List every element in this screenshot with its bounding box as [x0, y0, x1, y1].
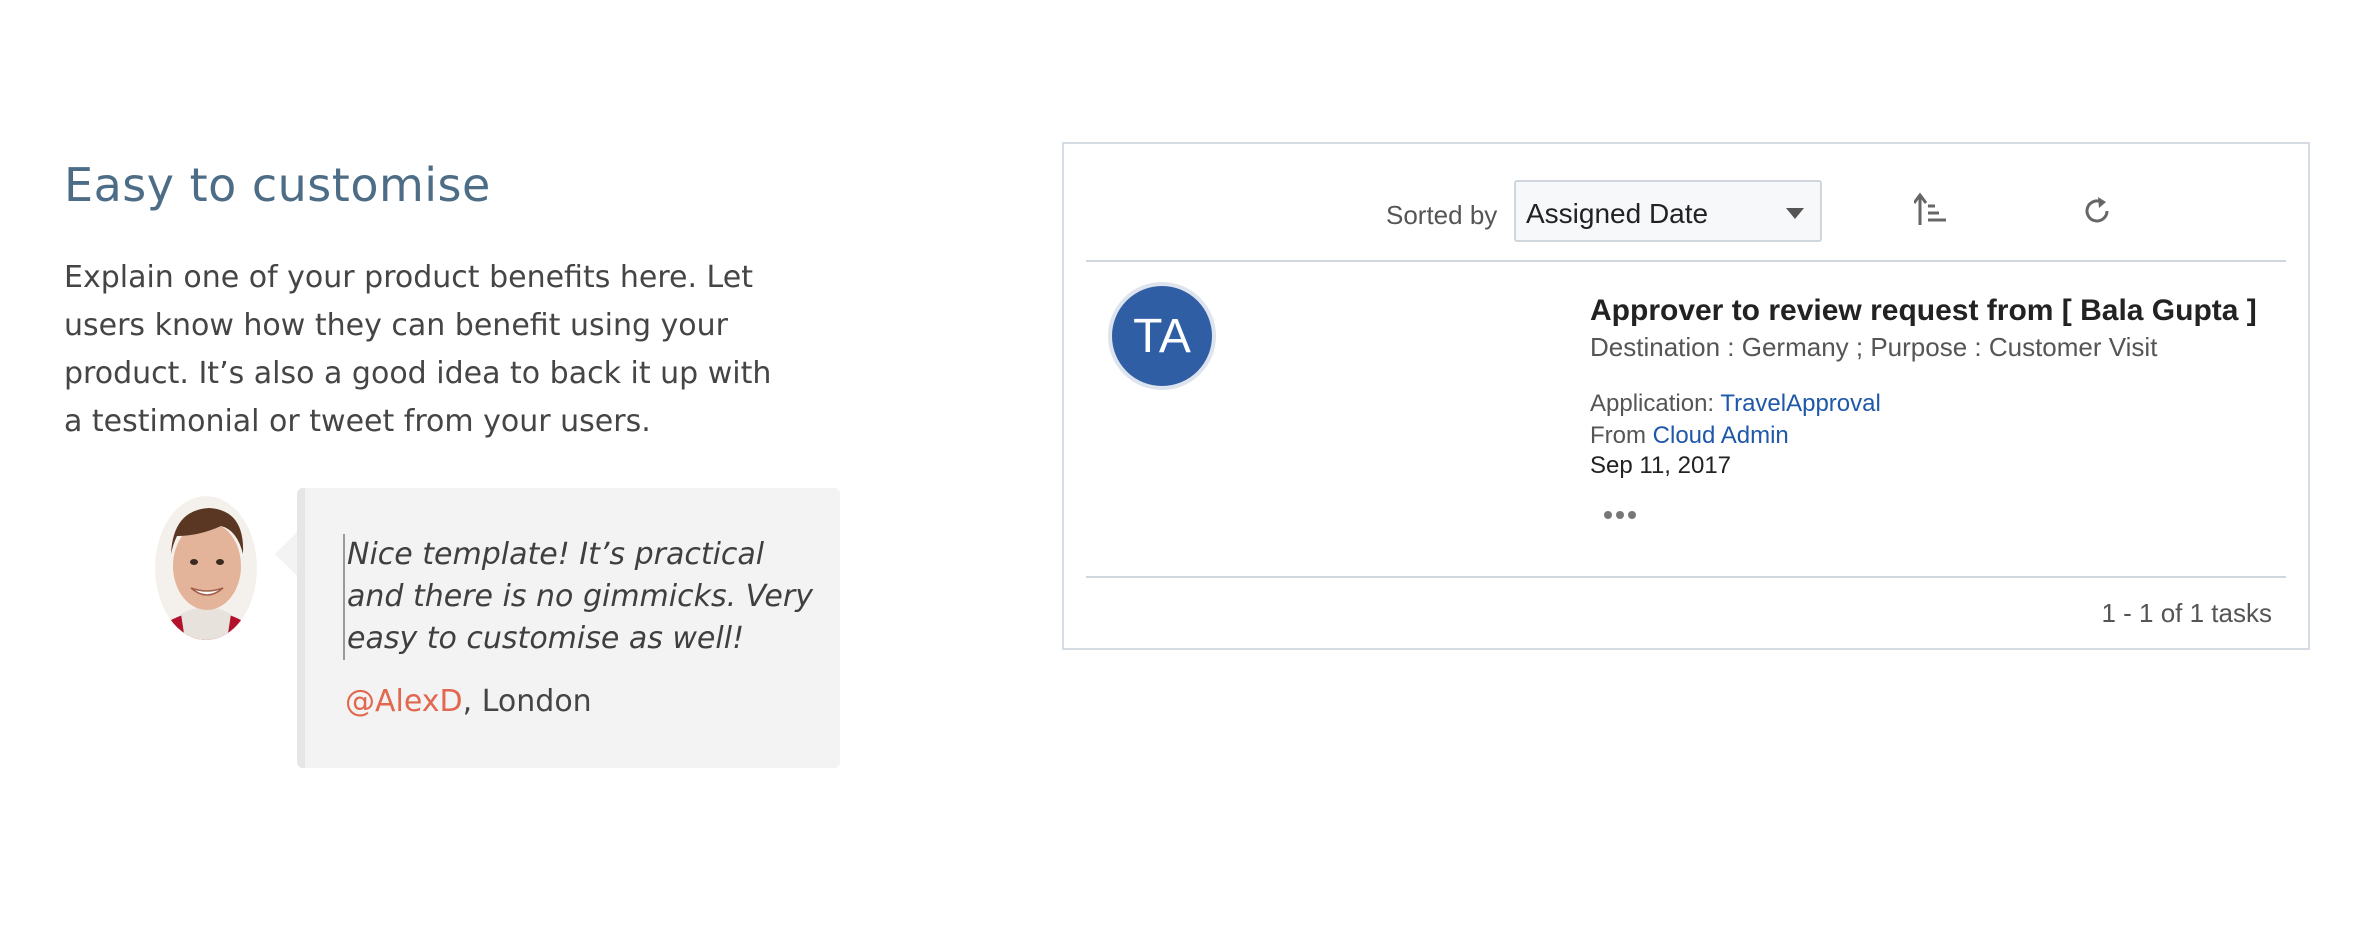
- from-link[interactable]: Cloud Admin: [1653, 422, 1789, 449]
- task-count: 1 - 1 of 1 tasks: [2101, 598, 2272, 628]
- sort-ascending-icon[interactable]: [1912, 192, 1948, 228]
- testimonial-avatar: [155, 496, 257, 640]
- task-list-panel: Sorted by Assigned Date TA Approver to r…: [1062, 142, 2310, 650]
- application-label: Application:: [1590, 390, 1721, 417]
- feature-description: Explain one of your product benefits her…: [64, 260, 772, 439]
- testimonial-attribution: @AlexD, London: [345, 684, 592, 719]
- application-link[interactable]: TravelApproval: [1720, 390, 1881, 417]
- task-date: Sep 11, 2017: [1590, 452, 1732, 479]
- testimonial-card: Nice template! It’s practical and there …: [275, 488, 840, 768]
- task-toolbar: Sorted by Assigned Date: [1064, 144, 2308, 262]
- testimonial-quote: Nice template! It’s practical and there …: [343, 534, 817, 660]
- chevron-down-icon: [1786, 208, 1804, 219]
- testimonial-location: , London: [462, 684, 592, 719]
- testimonial-handle-link[interactable]: @AlexD: [345, 684, 463, 719]
- feature-heading: Easy to customise: [64, 158, 491, 212]
- sort-label: Sorted by: [1386, 200, 1498, 230]
- task-subtitle: Destination : Germany ; Purpose : Custom…: [1590, 332, 2158, 362]
- sort-selected-value: Assigned Date: [1526, 198, 1709, 229]
- task-from: From Cloud Admin: [1590, 422, 1789, 450]
- task-avatar: TA: [1108, 282, 1216, 390]
- task-title[interactable]: Approver to review request from [ Bala G…: [1590, 294, 2257, 328]
- footer-divider: [1086, 576, 2286, 578]
- toolbar-divider: [1086, 260, 2286, 262]
- task-application: Application: TravelApproval: [1590, 390, 1881, 418]
- sort-dropdown[interactable]: Assigned Date: [1514, 180, 1822, 242]
- refresh-icon[interactable]: [2080, 194, 2114, 228]
- from-label: From: [1590, 422, 1653, 449]
- more-options-icon[interactable]: [1604, 506, 1640, 519]
